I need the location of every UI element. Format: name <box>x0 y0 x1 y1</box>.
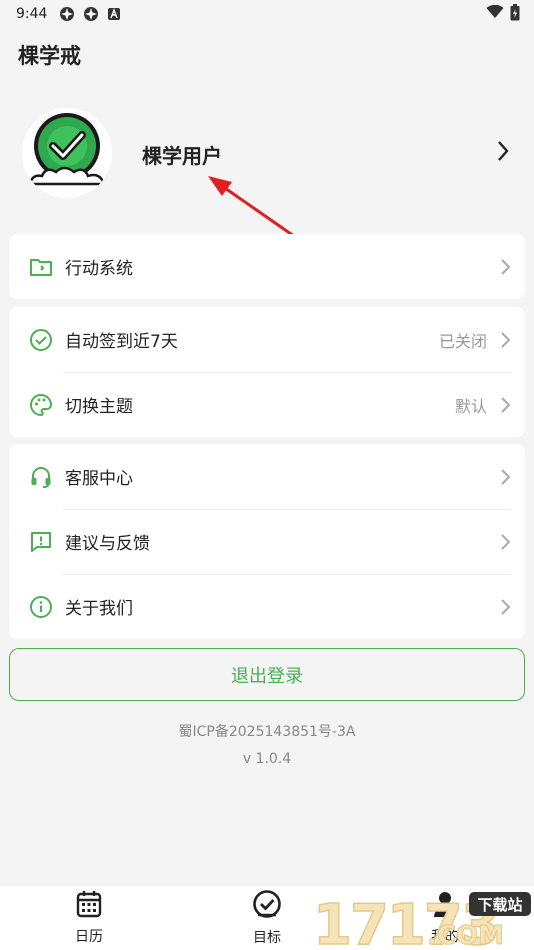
menu-item-feedback[interactable]: 建议与反馈 <box>9 509 525 574</box>
chevron-right-icon <box>500 533 511 555</box>
avatar-check-icon <box>22 108 112 198</box>
menu-item-label: 切换主题 <box>65 397 133 417</box>
info-icon <box>29 595 53 619</box>
chevron-right-icon <box>500 468 511 490</box>
menu-item-value: 已关闭 <box>438 331 487 351</box>
app-notification-icon <box>59 6 75 22</box>
status-bar: 9:44 <box>0 0 534 28</box>
menu-item-switch-theme[interactable]: 切换主题 默认 <box>9 372 525 437</box>
folder-icon <box>29 255 53 279</box>
tab-label: 目标 <box>253 930 281 946</box>
tab-mine[interactable]: 我的 <box>356 886 534 950</box>
menu-item-label: 行动系统 <box>65 259 133 279</box>
menu-item-value: 默认 <box>454 396 487 416</box>
battery-icon <box>510 3 520 25</box>
bottom-nav: 日历 目标 我的 <box>0 886 534 950</box>
menu-item-auto-checkin[interactable]: 自动签到近7天 已关闭 <box>9 307 525 372</box>
menu-item-label: 关于我们 <box>65 599 133 619</box>
target-check-icon <box>252 889 282 923</box>
menu-item-label: 建议与反馈 <box>65 534 150 554</box>
menu-item-label: 自动签到近7天 <box>65 332 178 352</box>
menu-card: 自动签到近7天 已关闭 切换主题 默认 <box>9 307 525 437</box>
chevron-right-icon[interactable] <box>496 140 510 166</box>
menu-item-label: 客服中心 <box>65 469 133 489</box>
calendar-icon <box>76 890 102 922</box>
version-text: v 1.0.4 <box>242 751 292 767</box>
palette-icon <box>29 393 53 417</box>
tab-label: 日历 <box>75 929 103 945</box>
avatar[interactable] <box>22 108 112 198</box>
headset-icon <box>29 465 53 489</box>
tab-calendar[interactable]: 日历 <box>0 886 178 950</box>
menu-card: 客服中心 建议与反馈 关于我们 <box>9 444 525 639</box>
status-time: 9:44 <box>16 6 48 22</box>
chevron-right-icon <box>500 331 511 353</box>
menu-item-action-system[interactable]: 行动系统 <box>9 234 525 299</box>
tab-label: 我的 <box>431 929 459 945</box>
menu-item-customer-service[interactable]: 客服中心 <box>9 444 525 509</box>
tab-goals[interactable]: 目标 <box>178 886 356 950</box>
app-notification-icon <box>83 6 99 22</box>
check-circle-icon <box>29 328 53 352</box>
wifi-icon <box>486 4 504 23</box>
chevron-right-icon <box>500 598 511 620</box>
menu-card: 行动系统 <box>9 234 525 299</box>
icp-license-text: 蜀ICP备2025143851号-3A <box>178 724 356 740</box>
username: 棵学用户 <box>142 144 222 168</box>
logout-button[interactable]: 退出登录 <box>9 648 525 701</box>
menu-item-about-us[interactable]: 关于我们 <box>9 574 525 639</box>
page-title: 棵学戒 <box>18 44 81 68</box>
person-icon <box>432 890 458 922</box>
feedback-icon <box>29 530 53 554</box>
chevron-right-icon <box>500 258 511 280</box>
app-a-icon <box>107 7 121 21</box>
chevron-right-icon <box>500 396 511 418</box>
